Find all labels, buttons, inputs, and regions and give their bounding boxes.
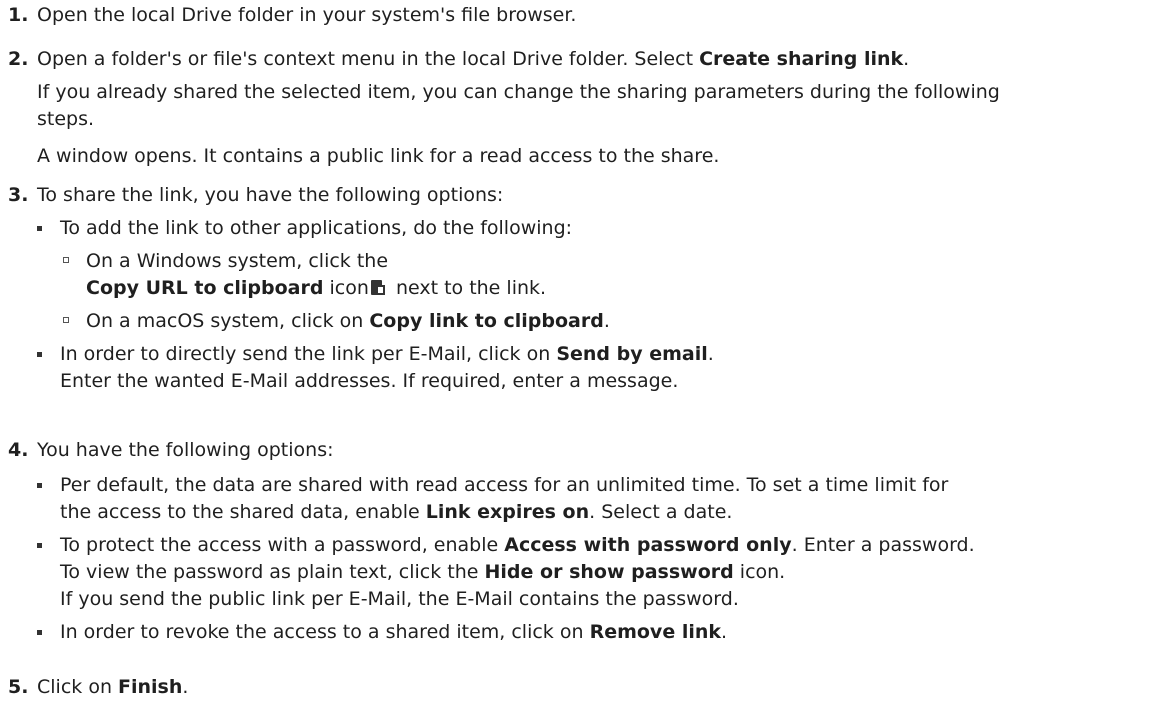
step-number: 3.	[8, 184, 29, 206]
step-number: 5.	[8, 676, 29, 698]
instructions-document: 1. Open the local Drive folder in your s…	[0, 0, 1155, 704]
sub-bullet-marker	[63, 257, 69, 263]
step-5: 5. Click on Finish.	[0, 674, 1150, 701]
step-text: Open a folder's or file's context menu i…	[37, 48, 910, 70]
step-2: 2. Open a folder's or file's context men…	[0, 46, 1150, 170]
copy-url-label: Copy URL to clipboard	[86, 277, 324, 299]
bullet-marker	[37, 226, 42, 231]
step-number: 4.	[8, 439, 29, 461]
step-note: If you already shared the selected item,…	[37, 81, 1000, 130]
bullet-marker	[37, 630, 42, 635]
step-number: 2.	[8, 48, 29, 70]
sub-bullet-marker	[63, 317, 69, 323]
step-1: 1. Open the local Drive folder in your s…	[0, 2, 1150, 29]
list-item: On a macOS system, click on Copy link to…	[63, 308, 1150, 335]
list-item: Per default, the data are shared with re…	[37, 472, 1150, 526]
step-text: Open the local Drive folder in your syst…	[37, 4, 577, 26]
bullet-marker	[37, 483, 42, 488]
list-item: To add the link to other applications, d…	[37, 215, 1150, 242]
finish-label: Finish	[118, 676, 183, 698]
create-sharing-link-label: Create sharing link	[699, 48, 904, 70]
step-4: 4. You have the following options: Per d…	[0, 437, 1150, 646]
step-note: A window opens. It contains a public lin…	[37, 145, 720, 167]
step-number: 1.	[8, 4, 29, 26]
step-text: You have the following options:	[37, 439, 334, 461]
remove-link-label: Remove link	[589, 621, 722, 643]
copy-link-label: Copy link to clipboard	[369, 310, 604, 332]
send-by-email-label: Send by email	[556, 343, 708, 365]
list-item: In order to revoke the access to a share…	[37, 619, 1150, 646]
step-text: To share the link, you have the followin…	[37, 184, 504, 206]
link-expires-label: Link expires on	[425, 501, 590, 523]
clipboard-icon	[370, 279, 386, 296]
bullet-marker	[37, 352, 42, 357]
list-item: On a Windows system, click the Copy URL …	[63, 248, 1150, 302]
step-3: 3. To share the link, you have the follo…	[0, 182, 1150, 395]
step-text: Click on Finish.	[37, 676, 189, 698]
bullet-marker	[37, 543, 42, 548]
password-only-label: Access with password only	[504, 534, 792, 556]
list-item: In order to directly send the link per E…	[37, 341, 1150, 395]
list-item: To protect the access with a password, e…	[37, 532, 1150, 613]
hide-show-password-label: Hide or show password	[484, 561, 734, 583]
